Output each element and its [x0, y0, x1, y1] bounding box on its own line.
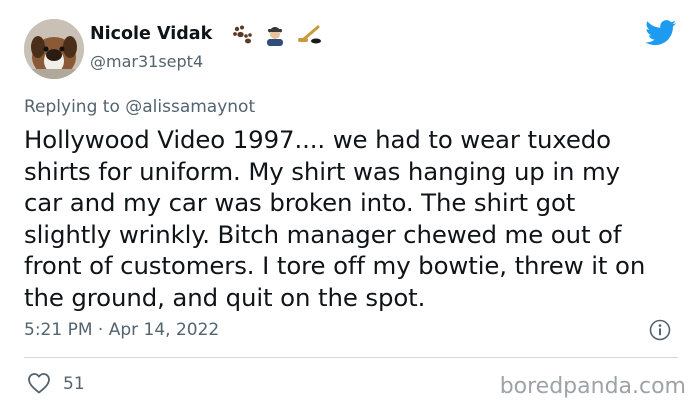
reply-context: Replying to @alissamaynot [24, 97, 255, 117]
reply-prefix: Replying to [24, 97, 120, 117]
name-emojis [232, 24, 322, 46]
hockey-stick-puck-icon [298, 25, 321, 44]
tweet-line: shirts for uniform. My shirt was hanging… [24, 156, 621, 186]
heart-icon[interactable] [27, 372, 51, 394]
reply-mention-link[interactable]: @alissamaynot [125, 97, 255, 117]
tweet-line: the ground, and quit on the spot. [24, 282, 426, 312]
tweet-line: car and my car was broken into. The shir… [24, 188, 576, 217]
tweet-line: slightly wrinkly. Bitch manager chewed m… [24, 219, 622, 249]
tweet-timestamp[interactable]: 5:21 PM · Apr 14, 2022 [24, 320, 219, 340]
paw-prints-icon [233, 25, 252, 44]
twitter-bird-icon[interactable] [645, 20, 677, 46]
tweet-line: front of customers. I tore off my bowtie… [24, 251, 646, 280]
divider [24, 357, 678, 358]
like-count: 51 [63, 374, 85, 394]
info-icon[interactable] [649, 319, 671, 341]
woman-with-hat-icon [267, 27, 283, 46]
display-name[interactable]: Nicole Vidak [90, 24, 212, 44]
avatar[interactable] [24, 19, 84, 79]
tweet-line: Hollywood Video 1997.... we had to wear … [24, 125, 611, 154]
tweet-text: Hollywood Video 1997.... we had to wear … [24, 124, 684, 313]
boredpanda-watermark: boredpanda.com [499, 374, 686, 399]
dog-photo-icon [24, 19, 84, 79]
user-handle[interactable]: @mar31sept4 [90, 52, 203, 71]
